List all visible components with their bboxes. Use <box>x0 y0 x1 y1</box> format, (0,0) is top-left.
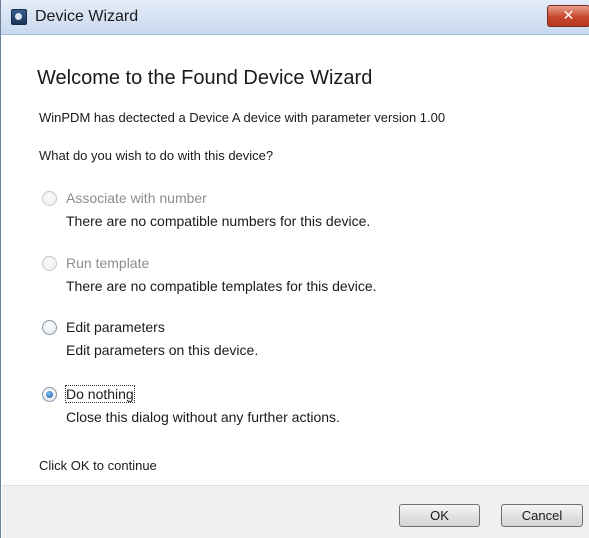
run-template-description: There are no compatible templates for th… <box>66 278 377 294</box>
wizard-content: Welcome to the Found Device Wizard WinPD… <box>2 35 589 485</box>
ok-button[interactable]: OK <box>399 504 480 527</box>
run-template-radio <box>42 256 57 271</box>
detected-device-text: WinPDM has dectected a Device A device w… <box>39 110 446 125</box>
button-bar: OK Cancel <box>2 485 589 538</box>
associate-radio-label: Associate with number <box>66 190 207 206</box>
question-text: What do you wish to do with this device? <box>39 148 274 163</box>
device-wizard-window: Device Wizard ✕ Welcome to the Found Dev… <box>0 0 589 538</box>
page-title: Welcome to the Found Device Wizard <box>37 67 373 89</box>
window-title: Device Wizard <box>35 8 139 25</box>
do-nothing-radio-label[interactable]: Do nothing <box>65 385 135 403</box>
edit-parameters-description: Edit parameters on this device. <box>66 342 259 358</box>
do-nothing-radio[interactable] <box>42 387 57 402</box>
continue-instruction: Click OK to continue <box>39 458 157 473</box>
radio-selected-dot <box>46 391 53 398</box>
cancel-button[interactable]: Cancel <box>501 504 583 527</box>
close-button[interactable]: ✕ <box>547 5 589 27</box>
associate-description: There are no compatible numbers for this… <box>66 213 371 229</box>
associate-radio <box>42 191 57 206</box>
run-template-radio-label: Run template <box>66 255 150 271</box>
title-bar[interactable]: Device Wizard ✕ <box>1 0 589 35</box>
edit-parameters-radio[interactable] <box>42 320 57 335</box>
do-nothing-description: Close this dialog without any further ac… <box>66 409 340 425</box>
close-icon: ✕ <box>562 8 575 24</box>
edit-parameters-radio-label[interactable]: Edit parameters <box>66 319 165 335</box>
device-wizard-app-icon <box>11 9 27 25</box>
